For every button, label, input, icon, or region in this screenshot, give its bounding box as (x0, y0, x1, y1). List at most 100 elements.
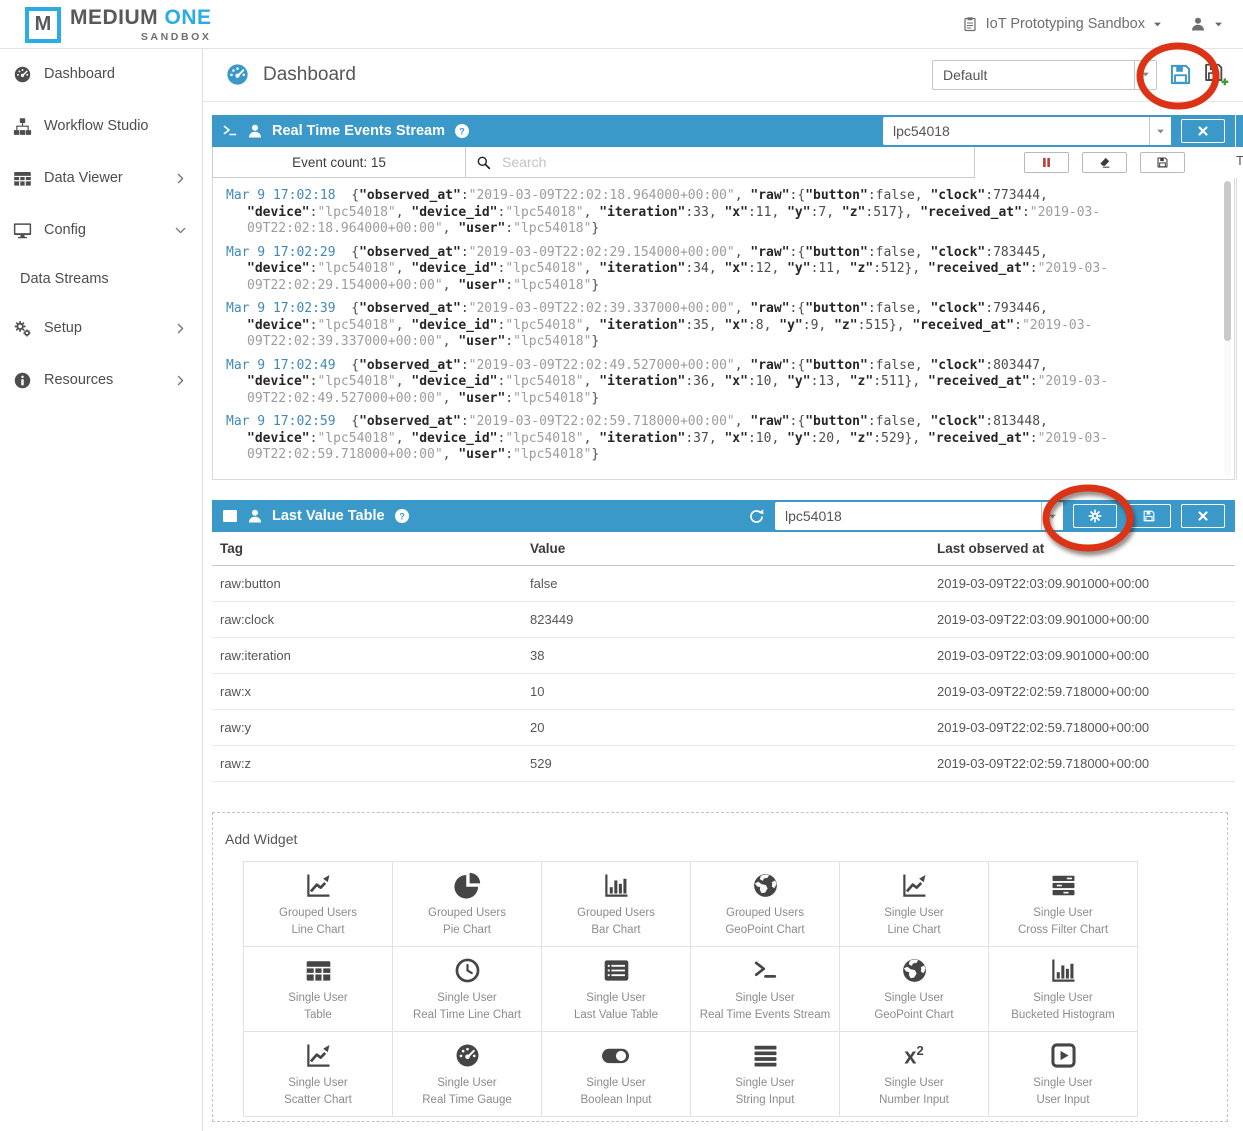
sidebar-item-label: Dashboard (44, 66, 115, 82)
add-widget-single-user-table[interactable]: Single UserTable (244, 947, 393, 1032)
add-widget-single-user-boolean-input[interactable]: Single UserBoolean Input (542, 1032, 691, 1117)
sandbox-switcher[interactable]: IoT Prototyping Sandbox (962, 16, 1162, 32)
last-value-widget-header: Last Value Table ? (212, 500, 1235, 532)
bar-chart-icon (603, 870, 630, 902)
table-cell: 2019-03-09T22:02:59.718000+00:00 (929, 710, 1235, 746)
add-widget-single-user-line-chart[interactable]: Single UserLine Chart (840, 862, 989, 947)
line-chart-icon (305, 1040, 332, 1072)
events-user-filter (883, 117, 1171, 145)
events-save-button[interactable] (1140, 152, 1185, 173)
events-log-scrollbar[interactable] (1224, 181, 1231, 476)
sidebar-item-label: Config (44, 222, 86, 238)
table-icon (10, 169, 34, 188)
cropped-widget-header-sliver (1236, 115, 1243, 147)
medium-one-logo: M MEDIUM ONE SANDBOX (25, 6, 212, 43)
add-widget-single-user-real-time-line-chart[interactable]: Single UserReal Time Line Chart (393, 947, 542, 1032)
table-cell: 2019-03-09T22:03:09.901000+00:00 (929, 602, 1235, 638)
add-widget-single-user-cross-filter-chart[interactable]: Single UserCross Filter Chart (989, 862, 1138, 947)
sidebar-item-label: Data Viewer (44, 170, 123, 186)
help-icon[interactable]: ? (394, 508, 410, 524)
sidebar-item-data-viewer[interactable]: Data Viewer (0, 152, 202, 204)
events-search-input[interactable] (500, 153, 964, 171)
table-cell: 2019-03-09T22:03:09.901000+00:00 (929, 638, 1235, 674)
sidebar-item-label: Workflow Studio (44, 118, 149, 134)
events-user-filter-caret[interactable] (1149, 117, 1171, 145)
add-widget-single-user-user-input[interactable]: Single UserUser Input (989, 1032, 1138, 1117)
table-row: raw:clock8234492019-03-09T22:03:09.90100… (212, 602, 1235, 638)
add-widget-single-user-real-time-gauge[interactable]: Single UserReal Time Gauge (393, 1032, 542, 1117)
top-bar: M MEDIUM ONE SANDBOX IoT Prototyping San… (0, 0, 1243, 49)
table-row: raw:z5292019-03-09T22:02:59.718000+00:00 (212, 746, 1235, 782)
last-value-user-filter (775, 502, 1063, 530)
widget-item-scope: Grouped Users (428, 905, 506, 922)
save-dashboard-as-new-button[interactable] (1204, 62, 1229, 87)
sidebar-item-label: Setup (44, 320, 82, 336)
widget-item-type: Real Time Events Stream (700, 1007, 830, 1024)
widget-item-type: Table (304, 1007, 332, 1024)
events-user-filter-input[interactable] (883, 117, 1149, 145)
sidebar-item-label: Resources (44, 372, 113, 388)
widget-item-scope: Single User (884, 905, 943, 922)
widget-item-scope: Single User (735, 1075, 794, 1092)
dashboard-select-caret[interactable] (1134, 61, 1156, 89)
cropped-widget-border-sliver (1236, 178, 1237, 480)
table-cell: 38 (522, 638, 929, 674)
events-close-button[interactable] (1181, 119, 1225, 143)
cropped-text-fragment: T (1236, 153, 1243, 168)
sandbox-name: IoT Prototyping Sandbox (986, 16, 1145, 32)
add-widget-grouped-users-pie-chart[interactable]: Grouped UsersPie Chart (393, 862, 542, 947)
add-widget-single-user-real-time-events-stream[interactable]: Single UserReal Time Events Stream (691, 947, 840, 1032)
last-value-user-filter-input[interactable] (775, 502, 1041, 530)
add-widget-single-user-scatter-chart[interactable]: Single UserScatter Chart (244, 1032, 393, 1117)
events-clear-button[interactable] (1082, 152, 1127, 173)
add-widget-grouped-users-geopoint-chart[interactable]: Grouped UsersGeoPoint Chart (691, 862, 840, 947)
save-dashboard-button[interactable] (1168, 62, 1193, 87)
table-cell: raw:y (212, 710, 522, 746)
sidebar-item-dashboard[interactable]: Dashboard (0, 48, 202, 100)
last-value-save-button[interactable] (1127, 504, 1171, 528)
table-row: raw:x102019-03-09T22:02:59.718000+00:00 (212, 674, 1235, 710)
table-row: raw:iteration382019-03-09T22:03:09.90100… (212, 638, 1235, 674)
pie-chart-icon (454, 870, 481, 902)
caret-down-icon (1214, 20, 1223, 29)
add-widget-single-user-bucketed-histogram[interactable]: Single UserBucketed Histogram (989, 947, 1138, 1032)
add-widget-single-user-geopoint-chart[interactable]: Single UserGeoPoint Chart (840, 947, 989, 1032)
widget-item-type: GeoPoint Chart (725, 922, 804, 939)
add-widget-single-user-string-input[interactable]: Single UserString Input (691, 1032, 840, 1117)
add-widget-title: Add Widget (225, 831, 297, 847)
log-entries: Mar 9 17:02:18 {"observed_at":"2019-03-0… (226, 188, 1198, 464)
widget-item-type: Boolean Input (581, 1092, 652, 1109)
svg-text:?: ? (399, 511, 405, 521)
user-icon (247, 508, 263, 524)
sidebar-item-resources[interactable]: Resources (0, 354, 202, 406)
chevron-right-icon (175, 375, 186, 386)
events-pause-button[interactable] (1024, 152, 1069, 173)
dashboard-select-input[interactable] (933, 61, 1134, 89)
last-value-user-filter-caret[interactable] (1041, 502, 1063, 530)
terminal-icon (222, 123, 238, 139)
app: M MEDIUM ONE SANDBOX IoT Prototyping San… (0, 0, 1243, 1131)
sidebar-nav: Dashboard Workflow Studio Data Viewer Confi… (0, 48, 202, 406)
add-widget-single-user-last-value-table[interactable]: Single UserLast Value Table (542, 947, 691, 1032)
sidebar-item-config[interactable]: Config (0, 204, 202, 256)
table-cell: 10 (522, 674, 929, 710)
log-entry: Mar 9 17:02:49 {"observed_at":"2019-03-0… (226, 358, 1198, 408)
logo-sandbox-label: SANDBOX (141, 31, 212, 43)
sidebar-item-setup[interactable]: Setup (0, 302, 202, 354)
help-icon[interactable]: ? (454, 123, 470, 139)
sidebar-item-data-streams[interactable]: Data Streams (0, 256, 202, 302)
last-value-refresh-button[interactable] (748, 508, 765, 525)
add-widget-grouped-users-bar-chart[interactable]: Grouped UsersBar Chart (542, 862, 691, 947)
add-widget-grouped-users-line-chart[interactable]: Grouped UsersLine Chart (244, 862, 393, 947)
last-value-settings-button[interactable] (1073, 504, 1117, 528)
user-menu[interactable] (1190, 16, 1223, 32)
table-row: raw:y202019-03-09T22:02:59.718000+00:00 (212, 710, 1235, 746)
sidebar-item-workflow-studio[interactable]: Workflow Studio (0, 100, 202, 152)
add-widget-single-user-number-input[interactable]: x2Single UserNumber Input (840, 1032, 989, 1117)
events-log-scrollbar-thumb[interactable] (1224, 181, 1231, 341)
toggle-icon (600, 1040, 631, 1072)
last-value-close-button[interactable] (1181, 504, 1225, 528)
sidebar: Dashboard Workflow Studio Data Viewer Confi… (0, 48, 203, 1131)
table-cell: 2019-03-09T22:03:09.901000+00:00 (929, 566, 1235, 602)
column-header-last-observed-at: Last observed at (929, 532, 1235, 566)
